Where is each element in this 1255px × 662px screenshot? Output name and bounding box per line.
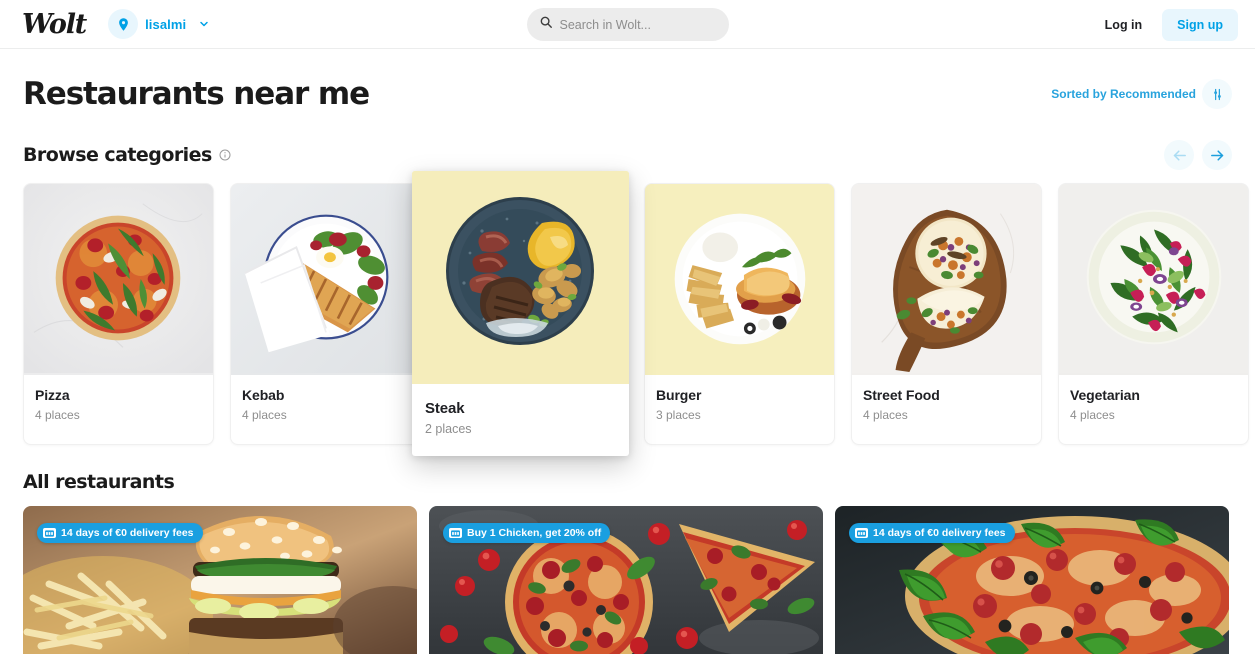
promo-label: 14 days of €0 delivery fees [873, 527, 1006, 539]
category-meta-burger: Burger 3 places [645, 375, 834, 436]
page-content: Restaurants near me Sorted by Recommende… [0, 49, 1255, 654]
category-image-street-food [852, 184, 1041, 375]
arrow-left-icon[interactable] [1164, 140, 1194, 170]
category-meta-steak: Steak 2 places [412, 384, 629, 456]
ticket-icon [43, 528, 56, 538]
category-name: Vegetarian [1070, 387, 1140, 403]
category-name: Kebab [242, 387, 285, 403]
category-image-kebab [231, 184, 420, 375]
category-image-burger [645, 184, 834, 375]
search-input[interactable] [559, 17, 720, 32]
all-restaurants-section: All restaurants 14 days of €0 delivery f… [23, 471, 1232, 654]
restaurant-card[interactable]: Buy 1 Chicken, get 20% off [429, 506, 823, 654]
ticket-icon [855, 528, 868, 538]
category-card-vegetarian[interactable]: Vegetarian 4 places [1058, 183, 1249, 445]
category-meta-kebab: Kebab 4 places [231, 375, 420, 436]
location-label: lisalmi [145, 16, 187, 32]
category-places: 4 places [1070, 408, 1115, 422]
top-navigation-bar: Wolt lisalmi Log in [0, 0, 1255, 49]
category-meta-vegetarian: Vegetarian 4 places [1059, 375, 1248, 436]
promo-badge: 14 days of €0 delivery fees [37, 523, 203, 543]
category-carousel: Pizza 4 places Kebab 4 places Burger 3 p… [23, 171, 1249, 456]
browse-categories-title: Browse categories [23, 144, 212, 166]
category-name: Burger [656, 387, 702, 403]
promo-badge: Buy 1 Chicken, get 20% off [443, 523, 611, 543]
restaurant-card[interactable]: 14 days of €0 delivery fees [835, 506, 1229, 654]
category-places: 4 places [242, 408, 287, 422]
page-title: Restaurants near me [23, 76, 370, 112]
category-image-pizza [24, 184, 213, 375]
sort-control[interactable]: Sorted by Recommended [1051, 79, 1232, 109]
promo-label: Buy 1 Chicken, get 20% off [467, 527, 602, 539]
category-card-kebab[interactable]: Kebab 4 places [230, 183, 421, 445]
category-card-street-food[interactable]: Street Food 4 places [851, 183, 1042, 445]
category-card-steak[interactable]: Steak 2 places [412, 171, 629, 456]
sort-label: Sorted by Recommended [1051, 87, 1196, 101]
category-places: 4 places [863, 408, 908, 422]
category-name: Pizza [35, 387, 70, 403]
sign-up-button[interactable]: Sign up [1162, 8, 1238, 41]
category-places: 4 places [35, 408, 80, 422]
category-image-steak [412, 171, 629, 384]
carousel-arrows [1164, 140, 1232, 170]
restaurant-list: 14 days of €0 delivery fees Buy 1 Chicke… [23, 506, 1232, 654]
promo-label: 14 days of €0 delivery fees [61, 527, 194, 539]
category-name: Steak [425, 400, 465, 417]
browse-categories-header: Browse categories [23, 140, 1232, 170]
page-title-row: Restaurants near me Sorted by Recommende… [23, 49, 1232, 112]
category-name: Street Food [863, 387, 940, 403]
search-box[interactable] [526, 8, 729, 41]
browse-categories-title-group: Browse categories [23, 144, 231, 166]
restaurant-card[interactable]: 14 days of €0 delivery fees [23, 506, 417, 654]
wolt-logo[interactable]: Wolt [22, 9, 87, 40]
all-restaurants-title: All restaurants [23, 471, 175, 493]
search-container [526, 8, 729, 41]
log-in-button[interactable]: Log in [1091, 10, 1157, 40]
chevron-down-icon [198, 18, 210, 30]
sliders-icon[interactable] [1202, 79, 1232, 109]
category-meta-pizza: Pizza 4 places [24, 375, 213, 436]
search-icon [539, 15, 553, 34]
category-meta-street-food: Street Food 4 places [852, 375, 1041, 436]
nav-right-group: Log in Sign up [1091, 0, 1238, 49]
category-places: 2 places [425, 422, 472, 436]
ticket-icon [449, 528, 462, 538]
category-places: 3 places [656, 408, 701, 422]
category-image-vegetarian [1059, 184, 1248, 375]
nav-left-group: Wolt lisalmi [0, 9, 210, 40]
category-card-pizza[interactable]: Pizza 4 places [23, 183, 214, 445]
location-selector[interactable]: lisalmi [108, 9, 210, 39]
arrow-right-icon[interactable] [1202, 140, 1232, 170]
info-icon[interactable] [219, 149, 231, 161]
category-card-burger[interactable]: Burger 3 places [644, 183, 835, 445]
location-pin-icon [108, 9, 139, 39]
promo-badge: 14 days of €0 delivery fees [849, 523, 1015, 543]
